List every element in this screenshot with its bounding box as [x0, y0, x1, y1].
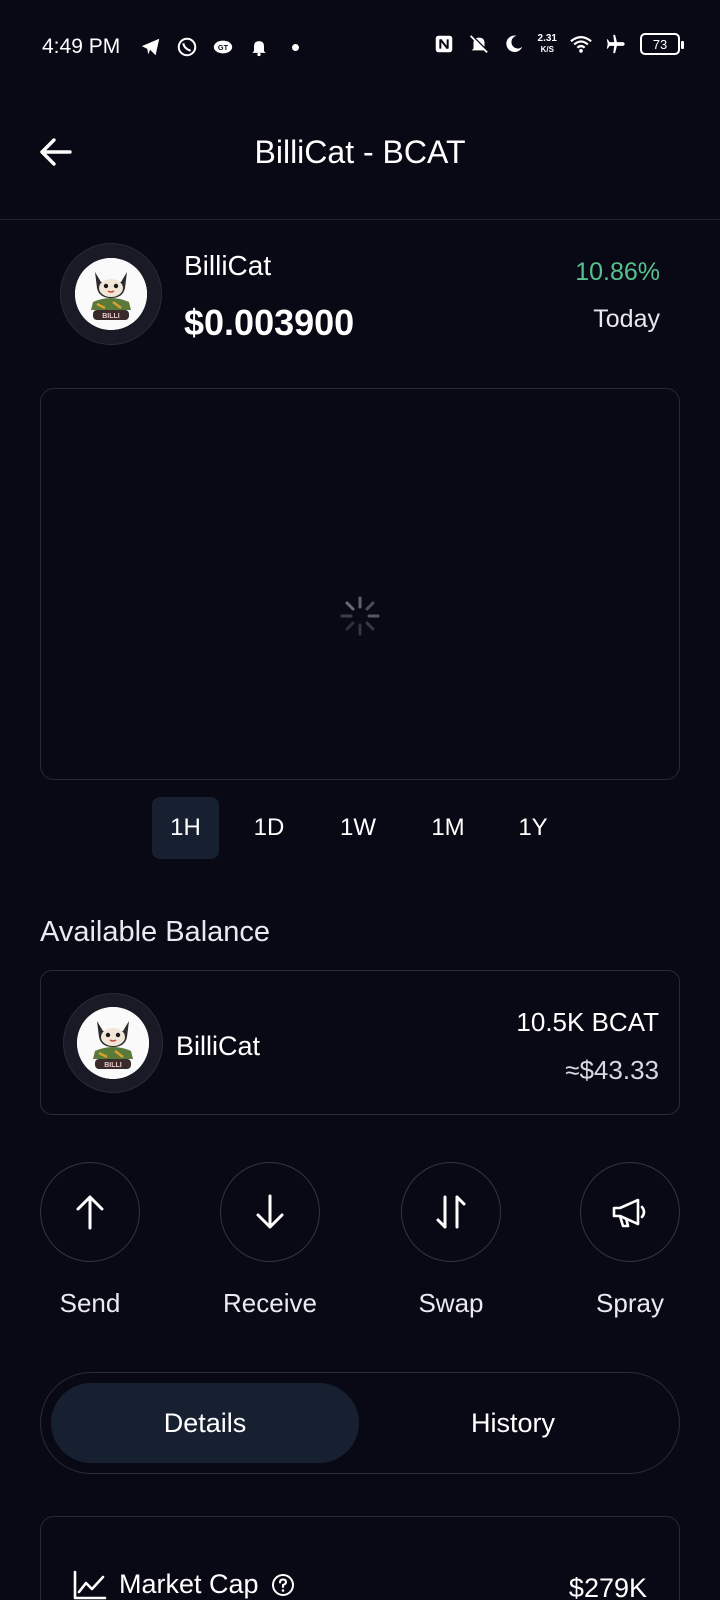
token-avatar: BILLI — [60, 243, 162, 345]
range-tab-1y[interactable]: 1Y — [500, 797, 566, 859]
telegram-icon — [140, 36, 162, 58]
megaphone-icon — [612, 1198, 646, 1228]
token-price: $0.003900 — [184, 302, 355, 343]
system-icons: 2.31 K/S 73 — [433, 33, 684, 55]
bell-off-icon — [468, 33, 490, 55]
spray-label: Spray — [596, 1288, 664, 1318]
billicat-logo-icon: BILLI — [77, 1007, 149, 1079]
swap-icon — [436, 1195, 466, 1229]
swap-circle[interactable] — [401, 1162, 501, 1262]
balance-token-avatar: BILLI — [63, 993, 163, 1093]
price-change-period: Today — [593, 305, 660, 333]
send-circle[interactable] — [40, 1162, 140, 1262]
tab-history[interactable]: History — [359, 1383, 667, 1463]
chart-line-icon — [73, 1570, 107, 1599]
balance-heading: Available Balance — [40, 916, 271, 948]
page-title: BilliCat - BCAT — [254, 134, 466, 170]
status-bar: 4:49 PM GT 2.31 K/S 73 — [0, 0, 720, 96]
whatsapp-icon — [176, 36, 198, 58]
market-cap-label: Market Cap — [119, 1569, 259, 1599]
swap-button[interactable]: Swap — [386, 1162, 516, 1319]
spray-circle[interactable] — [580, 1162, 680, 1262]
arrow-down-icon — [256, 1194, 284, 1229]
range-tab-1m[interactable]: 1M — [413, 797, 483, 859]
network-speed: 2.31 K/S — [537, 33, 557, 54]
send-button[interactable]: Send — [25, 1162, 155, 1319]
balance-card[interactable]: BILLI BilliCat 10.5K BCAT ≈$43.33 — [40, 970, 680, 1115]
price-change: 10.86% — [575, 258, 660, 286]
status-time: 4:49 PM — [42, 35, 121, 58]
balance-amount: 10.5K BCAT — [516, 1007, 659, 1037]
battery-icon: 73 — [640, 33, 684, 55]
moon-icon — [503, 33, 525, 55]
range-tab-1d[interactable]: 1D — [236, 797, 302, 859]
wifi-icon — [570, 33, 592, 55]
receive-button[interactable]: Receive — [205, 1162, 335, 1319]
market-cap-value: $279K — [568, 1573, 647, 1600]
bell-icon — [248, 36, 270, 58]
action-buttons: Send Receive Swap Spray — [0, 1162, 720, 1332]
svg-text:GT: GT — [218, 43, 229, 52]
price-chart[interactable] — [40, 388, 680, 780]
details-card: Market Cap $279K — [40, 1516, 680, 1600]
tab-details[interactable]: Details — [51, 1383, 359, 1463]
range-tab-1h[interactable]: 1H — [152, 797, 219, 859]
send-label: Send — [59, 1288, 121, 1318]
time-range-tabs: 1H 1D 1W 1M 1Y — [0, 797, 720, 859]
nfc-icon — [433, 33, 455, 55]
swap-label: Swap — [418, 1288, 484, 1318]
loading-spinner-icon — [340, 596, 380, 636]
billicat-logo-icon: BILLI — [75, 258, 147, 330]
notification-icons: GT — [140, 36, 306, 58]
more-notifications-icon — [284, 36, 306, 58]
market-cap-row: Market Cap — [73, 1569, 295, 1600]
balance-fiat-value: ≈$43.33 — [565, 1055, 659, 1085]
svg-text:BILLI: BILLI — [104, 1062, 122, 1069]
range-tab-1w[interactable]: 1W — [323, 797, 393, 859]
app-badge-icon: GT — [212, 36, 234, 58]
arrow-up-icon — [76, 1195, 104, 1230]
spray-button[interactable]: Spray — [565, 1162, 695, 1319]
receive-circle[interactable] — [220, 1162, 320, 1262]
airplane-icon — [605, 33, 627, 55]
svg-text:BILLI: BILLI — [102, 313, 120, 320]
help-circle-icon[interactable] — [271, 1573, 295, 1597]
receive-label: Receive — [223, 1288, 317, 1318]
token-name: BilliCat — [184, 250, 272, 281]
details-history-tabs: Details History — [40, 1372, 680, 1474]
balance-token-name: BilliCat — [176, 1031, 261, 1061]
